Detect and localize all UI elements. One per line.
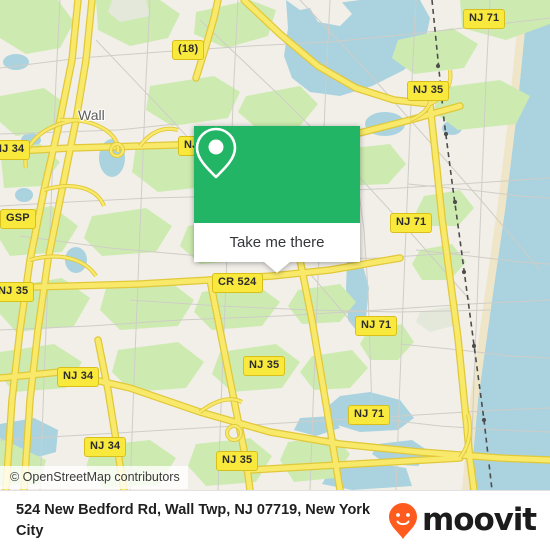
road-shield: NJ 71	[390, 213, 433, 233]
road-shield: NJ 35	[216, 451, 259, 471]
moovit-pin-icon	[389, 502, 418, 539]
popup-pointer-arrow	[264, 262, 290, 273]
moovit-logo[interactable]: moovit	[388, 502, 550, 540]
road-shield: NJ 34	[57, 367, 100, 387]
footer-bar: 524 New Bedford Rd, Wall Twp, NJ 07719, …	[0, 490, 550, 550]
road-shield: NJ 35	[407, 81, 450, 101]
map-attribution[interactable]: © OpenStreetMap contributors	[0, 466, 188, 489]
address-text: 524 New Bedford Rd, Wall Twp, NJ 07719, …	[16, 501, 371, 539]
take-me-there-button[interactable]: Take me there	[194, 223, 360, 262]
road-shield: NJ 71	[355, 316, 398, 336]
road-shield: CR 524	[212, 273, 263, 293]
popup-image-area	[194, 126, 360, 223]
road-shield: (18)	[172, 40, 205, 60]
road-shield: NJ 35	[0, 282, 35, 302]
road-shield: NJ 71	[348, 405, 391, 425]
location-popup-card[interactable]: Take me there	[194, 126, 360, 273]
road-shield: NJ 34	[84, 437, 127, 457]
road-shield: NJ 34	[0, 140, 31, 160]
road-shield: NJ 35	[243, 356, 286, 376]
road-shield: GSP	[0, 209, 36, 229]
place-label-wall: Wall	[78, 107, 105, 123]
road-shield: NJ 71	[463, 9, 506, 29]
moovit-map-screenshot: (18) NJ 35 NJ 71 NJ 34 GSP NJ NJ 71 CR 5…	[0, 0, 550, 550]
map-canvas[interactable]: (18) NJ 35 NJ 71 NJ 34 GSP NJ NJ 71 CR 5…	[0, 0, 550, 490]
map-pin-icon	[195, 127, 237, 179]
moovit-wordmark: moovit	[422, 502, 537, 538]
